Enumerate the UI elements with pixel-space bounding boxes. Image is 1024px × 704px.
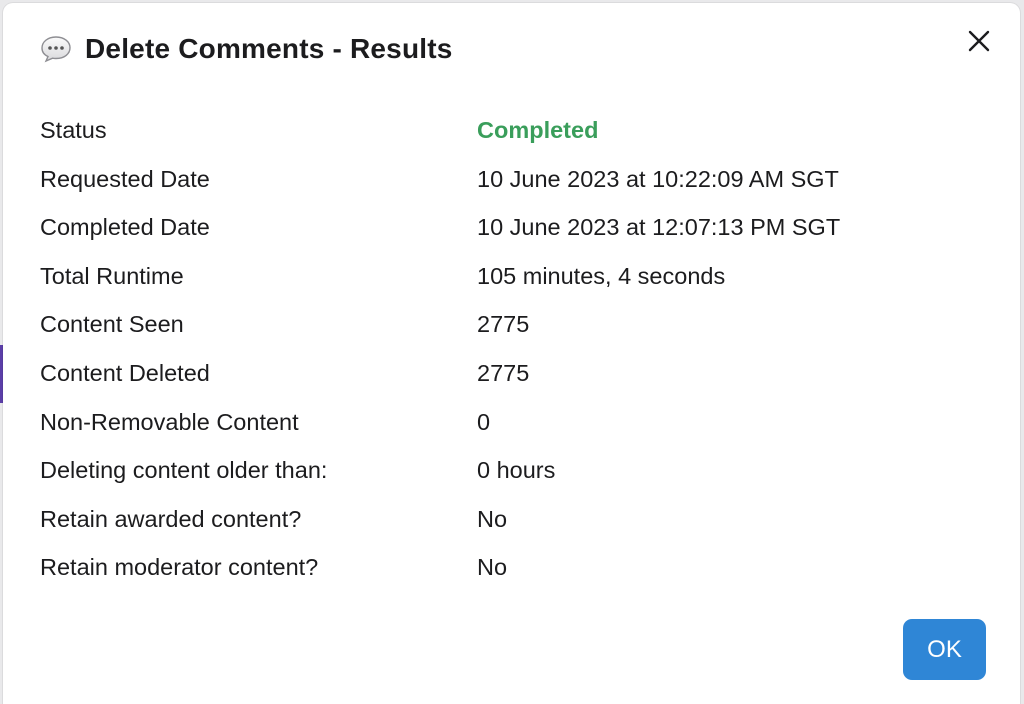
- result-row-completed-date: Completed Date 10 June 2023 at 12:07:13 …: [40, 206, 990, 255]
- row-value: No: [477, 505, 508, 532]
- result-row-content-seen: Content Seen 2775: [40, 303, 990, 352]
- speech-bubble-icon: [40, 35, 72, 63]
- result-row-total-runtime: Total Runtime 105 minutes, 4 seconds: [40, 255, 990, 304]
- row-label: Content Deleted: [40, 359, 210, 386]
- status-value: Completed: [477, 117, 599, 143]
- results-table: Status Completed Requested Date 10 June …: [40, 109, 990, 595]
- result-row-older-than: Deleting content older than: 0 hours: [40, 449, 990, 498]
- row-label: Retain awarded content?: [40, 505, 302, 532]
- result-row-non-removable: Non-Removable Content 0: [40, 401, 990, 450]
- row-label: Status: [40, 117, 107, 143]
- close-icon[interactable]: [967, 29, 991, 53]
- row-label: Content Seen: [40, 311, 184, 338]
- dialog-title: Delete Comments - Results: [85, 33, 453, 64]
- result-row-requested-date: Requested Date 10 June 2023 at 10:22:09 …: [40, 158, 990, 207]
- row-value: 0: [477, 408, 491, 435]
- row-label: Total Runtime: [40, 262, 184, 289]
- row-label: Non-Removable Content: [40, 408, 299, 435]
- row-label: Completed Date: [40, 214, 210, 241]
- row-label: Retain moderator content?: [40, 554, 319, 581]
- row-value: No: [477, 554, 508, 581]
- result-row-status: Status Completed: [40, 109, 990, 158]
- results-dialog: Delete Comments - Results Status Complet…: [3, 3, 1020, 704]
- row-value: 2775: [477, 311, 530, 338]
- row-value: 10 June 2023 at 12:07:13 PM SGT: [477, 214, 841, 241]
- close-button[interactable]: [964, 26, 994, 56]
- dialog-header: Delete Comments - Results: [40, 33, 453, 65]
- row-label: Deleting content older than:: [40, 457, 328, 484]
- row-value: 10 June 2023 at 10:22:09 AM SGT: [477, 165, 839, 192]
- row-label: Requested Date: [40, 165, 210, 192]
- row-value: 2775: [477, 359, 530, 386]
- row-value: 0 hours: [477, 457, 556, 484]
- result-row-retain-moderator: Retain moderator content? No: [40, 546, 990, 595]
- ok-button[interactable]: OK: [903, 619, 986, 680]
- result-row-retain-awarded: Retain awarded content? No: [40, 498, 990, 547]
- row-value: 105 minutes, 4 seconds: [477, 262, 726, 289]
- result-row-content-deleted: Content Deleted 2775: [40, 352, 990, 401]
